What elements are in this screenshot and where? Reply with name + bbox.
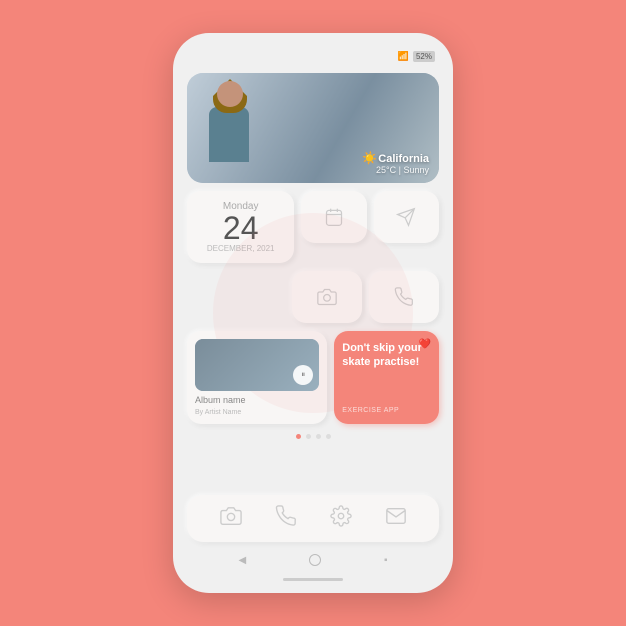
widgets-row-1: Monday 24 DECEMBER, 2021 (187, 191, 439, 263)
calendar-icon (324, 207, 344, 227)
exercise-app-label: EXERCISE APP (342, 407, 399, 414)
page-dots (187, 432, 439, 441)
wifi-icon: 📶 (398, 51, 409, 62)
dot-4[interactable] (326, 434, 331, 439)
heart-icon: ❤️ (419, 339, 431, 350)
home-bar (283, 578, 343, 581)
pause-icon: ⏸ (301, 370, 305, 380)
widgets-row-3: ⏸ Album name By Artist Name ❤️ Don't ski… (187, 331, 439, 424)
dot-2[interactable] (306, 434, 311, 439)
music-widget[interactable]: ⏸ Album name By Artist Name (187, 331, 327, 424)
calendar-widget[interactable]: Monday 24 DECEMBER, 2021 (187, 191, 294, 263)
dock-camera-button[interactable] (220, 505, 242, 532)
dock-camera-icon (220, 505, 242, 527)
person-head (217, 81, 243, 107)
send-icon (396, 207, 416, 227)
dock (187, 495, 439, 542)
dot-1[interactable] (296, 434, 301, 439)
dock-phone-icon (275, 505, 297, 527)
music-artist: By Artist Name (195, 409, 241, 416)
dock-settings-button[interactable] (330, 505, 352, 532)
sun-icon: ☀️ (362, 151, 377, 165)
home-indicator-row: ◀ ▪ (187, 550, 439, 568)
calendar-date: 24 (195, 212, 286, 244)
weather-widget[interactable]: California 25°C | Sunny ☀️ (187, 73, 439, 183)
exercise-widget[interactable]: ❤️ Don't skip your skate practise! EXERC… (334, 331, 439, 424)
square-button[interactable]: ▪ (384, 555, 388, 566)
camera-icon (317, 287, 337, 307)
weather-location: California (378, 153, 429, 165)
back-button[interactable]: ◀ (238, 555, 246, 566)
dot-3[interactable] (316, 434, 321, 439)
phone-icon (394, 287, 414, 307)
dock-settings-icon (330, 505, 352, 527)
status-bar: 📶 52% (187, 49, 439, 65)
calendar-app-widget[interactable] (301, 191, 366, 243)
music-title: Album name (195, 395, 246, 405)
widgets-row-2 (187, 271, 439, 323)
home-button[interactable] (309, 554, 321, 566)
music-thumbnail: ⏸ (195, 339, 319, 391)
calendar-month: DECEMBER, 2021 (195, 244, 286, 253)
dock-mail-icon (385, 505, 407, 527)
weather-info: California 25°C | Sunny (376, 153, 429, 175)
phone-app-widget[interactable] (369, 271, 439, 323)
dock-mail-button[interactable] (385, 505, 407, 532)
send-app-widget[interactable] (374, 191, 439, 243)
weather-temp: 25°C | Sunny (376, 165, 429, 175)
phone-frame: 📶 52% California 25°C | Sunny ☀️ Monday … (173, 33, 453, 593)
battery-indicator: 52% (413, 51, 435, 62)
camera-app-widget[interactable] (292, 271, 362, 323)
person-body (209, 107, 249, 162)
dock-phone-button[interactable] (275, 505, 297, 532)
